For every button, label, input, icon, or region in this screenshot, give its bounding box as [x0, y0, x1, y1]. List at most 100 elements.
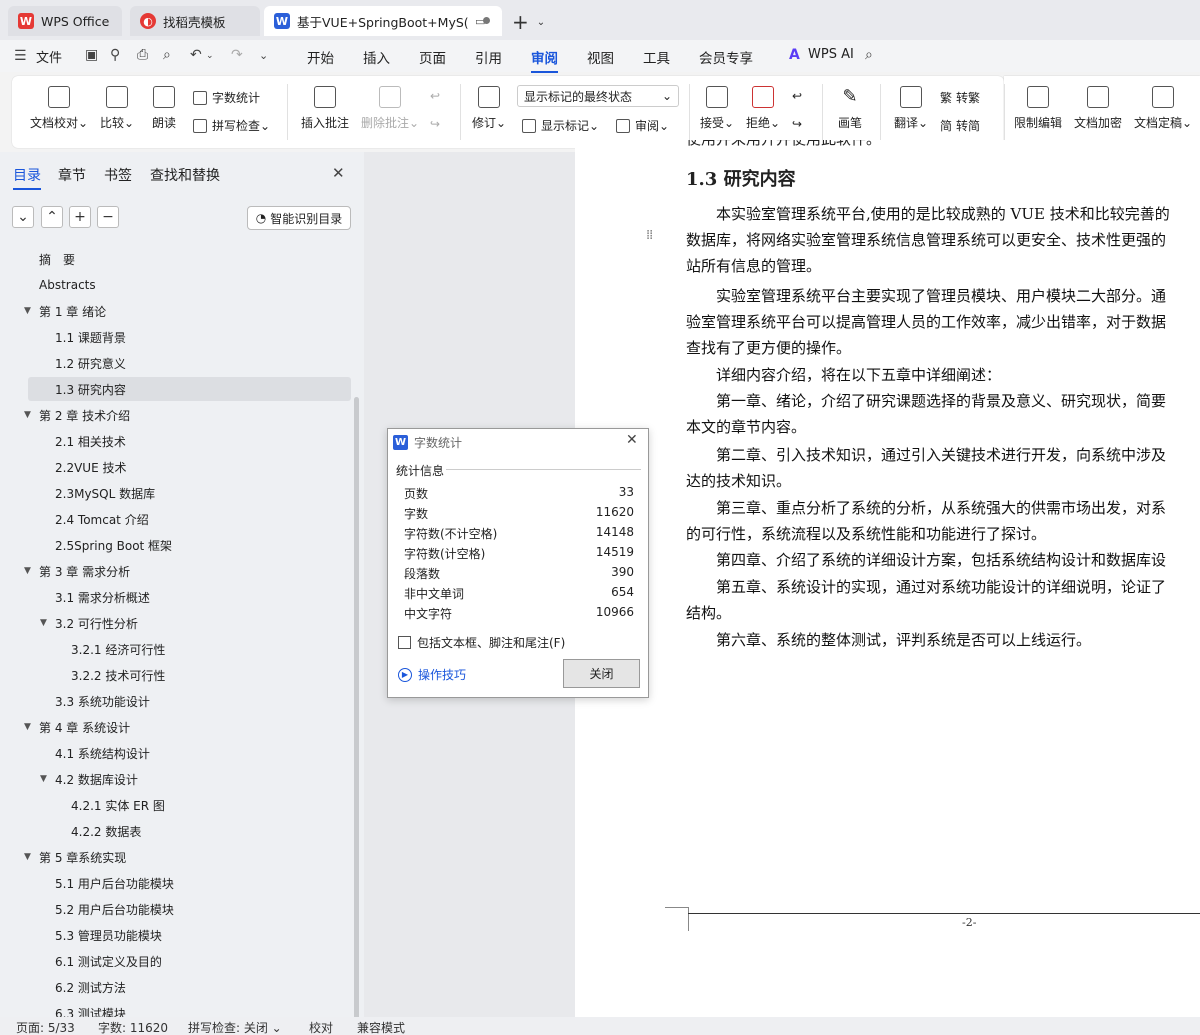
smart-toc-button[interactable]: ◔ 智能识别目录	[247, 206, 351, 230]
compare-button[interactable]: 比较⌄	[100, 86, 134, 131]
toc-item[interactable]: 3.3 系统功能设计	[55, 689, 150, 713]
search-icon[interactable]: ⌕	[865, 47, 873, 63]
toc-item[interactable]: 摘 要	[39, 247, 75, 271]
pen-button[interactable]: ✎ 画笔	[838, 86, 862, 131]
menu-file[interactable]: 文件	[36, 47, 62, 66]
toc-item[interactable]: ▼ 第 1 章 绪论	[24, 299, 106, 323]
expand-arrow-icon[interactable]: ▼	[24, 410, 31, 420]
save-icon[interactable]: ▣	[85, 47, 98, 63]
expand-arrow-icon[interactable]: ▼	[24, 566, 31, 576]
toc-item[interactable]: 2.4 Tomcat 介绍	[55, 507, 149, 531]
toc-item[interactable]: 5.1 用户后台功能模块	[55, 871, 174, 895]
hamburger-icon[interactable]: ☰	[14, 48, 27, 64]
status-page[interactable]: 页面: 5/33	[16, 1019, 75, 1035]
encrypt-button[interactable]: 文档加密	[1074, 86, 1122, 131]
next-revision-icon[interactable]: ↪	[792, 117, 802, 131]
toc-item[interactable]: ▼ 第 2 章 技术介绍	[24, 403, 130, 427]
revise-button[interactable]: 修订⌄	[472, 86, 506, 131]
menu-wps-ai[interactable]: WPS AI	[808, 47, 854, 62]
doc-proof-button[interactable]: 文档校对⌄	[30, 86, 88, 131]
finalize-button[interactable]: 文档定稿⌄	[1134, 86, 1192, 131]
collapse-down-button[interactable]: ⌄	[12, 206, 34, 228]
undo-icon[interactable]: ↶	[190, 47, 202, 63]
more-dropdown-icon[interactable]: ⌄	[259, 49, 268, 62]
toc-item[interactable]: ▼ 3.2 可行性分析	[40, 611, 138, 635]
toc-item[interactable]: 2.2VUE 技术	[55, 455, 126, 479]
next-comment-icon[interactable]: ↪	[430, 117, 440, 131]
unsaved-dot-icon[interactable]	[483, 17, 490, 24]
toc-item[interactable]: 6.1 测试定义及目的	[55, 949, 162, 973]
delete-comment-button[interactable]: 删除批注⌄	[361, 86, 419, 131]
translate-button[interactable]: 翻译⌄	[894, 86, 928, 131]
menu-tools[interactable]: 工具	[643, 47, 670, 67]
collapse-up-button[interactable]: ⌃	[41, 206, 63, 228]
to-traditional-button[interactable]: 繁 转繁	[940, 89, 980, 106]
nav-tab-chapters[interactable]: 章节	[58, 165, 86, 185]
tab-wps-office[interactable]: W WPS Office	[8, 6, 122, 36]
review-pane-button[interactable]: 审阅 ⌄	[616, 117, 669, 134]
toc-item[interactable]: 1.1 课题背景	[55, 325, 126, 349]
toc-item[interactable]: 4.2.1 实体 ER 图	[71, 793, 165, 817]
toc-item[interactable]: 5.3 管理员功能模块	[55, 923, 162, 947]
toc-item[interactable]: 1.2 研究意义	[55, 351, 126, 375]
prev-revision-icon[interactable]: ↩	[792, 89, 802, 103]
toc-item[interactable]: 3.2.1 经济可行性	[71, 637, 165, 661]
restrict-edit-button[interactable]: 限制编辑	[1014, 86, 1062, 131]
menu-home[interactable]: 开始	[307, 47, 334, 67]
nav-tab-toc[interactable]: 目录	[13, 165, 41, 190]
reject-button[interactable]: 拒绝⌄	[746, 86, 780, 131]
dialog-title-bar[interactable]: W 字数统计	[393, 434, 462, 451]
to-simplified-button[interactable]: 简 转简	[940, 117, 980, 134]
expand-arrow-icon[interactable]: ▼	[40, 774, 47, 784]
tab-docer-templates[interactable]: ◐ 找稻壳模板	[130, 6, 260, 36]
insert-comment-button[interactable]: 插入批注	[301, 86, 349, 131]
menu-page[interactable]: 页面	[419, 47, 446, 67]
nav-tab-find-replace[interactable]: 查找和替换	[150, 165, 220, 185]
drag-handle-icon[interactable]: ⁞⁞	[646, 228, 653, 243]
status-proof[interactable]: 校对	[309, 1019, 333, 1035]
expand-arrow-icon[interactable]: ▼	[40, 618, 47, 628]
toc-item[interactable]: ▼ 第 3 章 需求分析	[24, 559, 130, 583]
expand-arrow-icon[interactable]: ▼	[24, 852, 31, 862]
toc-item[interactable]: 6.2 测试方法	[55, 975, 126, 999]
toc-item[interactable]: 2.1 相关技术	[55, 429, 126, 453]
prev-comment-icon[interactable]: ↩	[430, 89, 440, 103]
close-pane-icon[interactable]: ✕	[332, 164, 345, 182]
tips-link[interactable]: ▶ 操作技巧	[398, 666, 466, 683]
toc-item[interactable]: 6.3 测试模块	[55, 1001, 126, 1018]
toc-item[interactable]: ▼ 第 4 章 系统设计	[24, 715, 130, 739]
toc-item[interactable]: ▼ 第 5 章系统实现	[24, 845, 126, 869]
new-tab-button[interactable]: + ⌄	[512, 10, 545, 34]
redo-icon[interactable]: ↷	[231, 47, 243, 63]
status-spell[interactable]: 拼写检查: 关闭 ⌄	[188, 1019, 282, 1035]
status-words[interactable]: 字数: 11620	[98, 1019, 168, 1035]
read-aloud-button[interactable]: 朗读	[152, 86, 176, 131]
accept-button[interactable]: 接受⌄	[700, 86, 734, 131]
checkbox-box[interactable]	[398, 636, 411, 649]
menu-view[interactable]: 视图	[587, 47, 614, 67]
word-count-button[interactable]: 字数统计	[193, 89, 260, 106]
chevron-down-icon[interactable]: ⌄	[537, 17, 545, 28]
include-textbox-checkbox[interactable]: 包括文本框、脚注和尾注(F)	[398, 634, 565, 651]
tab-current-document[interactable]: W 基于VUE+SpringBoot+MyS( ▭	[264, 6, 502, 36]
menu-insert[interactable]: 插入	[363, 47, 390, 67]
menu-member[interactable]: 会员专享	[699, 47, 753, 67]
toc-item[interactable]: 3.2.2 技术可行性	[71, 663, 165, 687]
menu-review[interactable]: 审阅	[531, 47, 558, 73]
toc-item[interactable]: Abstracts	[39, 273, 96, 297]
toc-item[interactable]: 2.5Spring Boot 框架	[55, 533, 172, 557]
markup-state-select[interactable]: 显示标记的最终状态 ⌄	[517, 85, 679, 107]
toc-item[interactable]: 4.2.2 数据表	[71, 819, 141, 843]
add-level-button[interactable]: +	[69, 206, 91, 228]
print-icon[interactable]: ⎙	[137, 47, 148, 63]
menu-reference[interactable]: 引用	[475, 47, 502, 67]
toc-item[interactable]: 3.1 需求分析概述	[55, 585, 150, 609]
toc-item[interactable]: 4.1 系统结构设计	[55, 741, 150, 765]
toc-item[interactable]: 2.3MySQL 数据库	[55, 481, 155, 505]
show-markup-button[interactable]: 显示标记 ⌄	[522, 117, 599, 134]
toc-item[interactable]: ▼ 4.2 数据库设计	[40, 767, 138, 791]
nav-tab-bookmarks[interactable]: 书签	[104, 165, 132, 185]
remove-level-button[interactable]: −	[97, 206, 119, 228]
dialog-close-button[interactable]: 关闭	[563, 659, 640, 688]
undo-dropdown-icon[interactable]: ⌄	[206, 51, 214, 61]
